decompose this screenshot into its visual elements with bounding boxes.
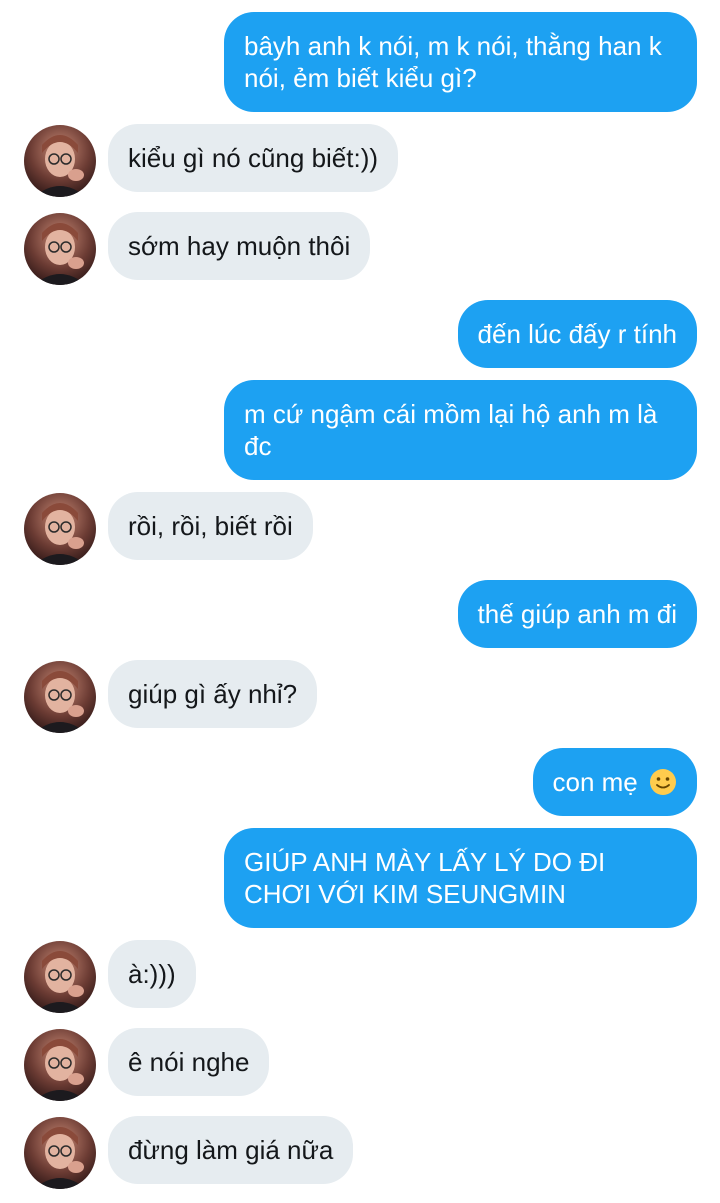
message-text: đừng làm giá nữa [128,1135,334,1165]
message-text: bâyh anh k nói, m k nói, thằng han k nói… [244,31,662,93]
message-text: con mẹ [552,767,638,797]
message-bubble-incoming[interactable]: sớm hay muộn thôi [108,212,371,280]
chat-thread: bâyh anh k nói, m k nói, thằng han k nói… [0,0,720,1203]
message-bubble-outgoing[interactable]: m cứ ngậm cái mồm lại hộ anh m là đc [224,380,697,480]
message-text: sớm hay muộn thôi [128,231,351,261]
contact-avatar[interactable] [24,213,96,285]
message-bubble-outgoing[interactable]: bâyh anh k nói, m k nói, thằng han k nói… [224,12,697,112]
message-bubble-outgoing[interactable]: đến lúc đấy r tính [457,300,697,368]
message-text: đến lúc đấy r tính [477,319,677,349]
message-bubble-incoming[interactable]: à:))) [108,940,196,1008]
message-text: ê nói nghe [128,1047,250,1077]
contact-avatar[interactable] [24,661,96,733]
message-text: thế giúp anh m đi [477,599,677,629]
message-bubble-incoming[interactable]: kiểu gì nó cũng biết:)) [108,124,399,192]
message-text: à:))) [128,959,176,989]
contact-avatar[interactable] [24,1117,96,1189]
message-text: GIÚP ANH MÀY LẤY LÝ DO ĐI CHƠI VỚI KIM S… [244,847,606,909]
message-text: rồi, rồi, biết rồi [128,511,293,541]
slightly-smiling-face-icon [650,769,676,795]
message-bubble-incoming[interactable]: rồi, rồi, biết rồi [108,492,313,560]
message-bubble-outgoing[interactable]: GIÚP ANH MÀY LẤY LÝ DO ĐI CHƠI VỚI KIM S… [224,828,697,928]
message-text: giúp gì ấy nhỉ? [128,679,298,709]
contact-avatar[interactable] [24,125,96,197]
message-text: m cứ ngậm cái mồm lại hộ anh m là đc [244,399,658,461]
message-bubble-incoming[interactable]: đừng làm giá nữa [108,1116,354,1184]
message-text: kiểu gì nó cũng biết:)) [128,143,379,173]
message-bubble-outgoing[interactable]: con mẹ [532,748,697,816]
message-bubble-incoming[interactable]: giúp gì ấy nhỉ? [108,660,318,728]
message-bubble-incoming[interactable]: ê nói nghe [108,1028,270,1096]
contact-avatar[interactable] [24,941,96,1013]
contact-avatar[interactable] [24,1029,96,1101]
message-bubble-outgoing[interactable]: thế giúp anh m đi [457,580,697,648]
contact-avatar[interactable] [24,493,96,565]
